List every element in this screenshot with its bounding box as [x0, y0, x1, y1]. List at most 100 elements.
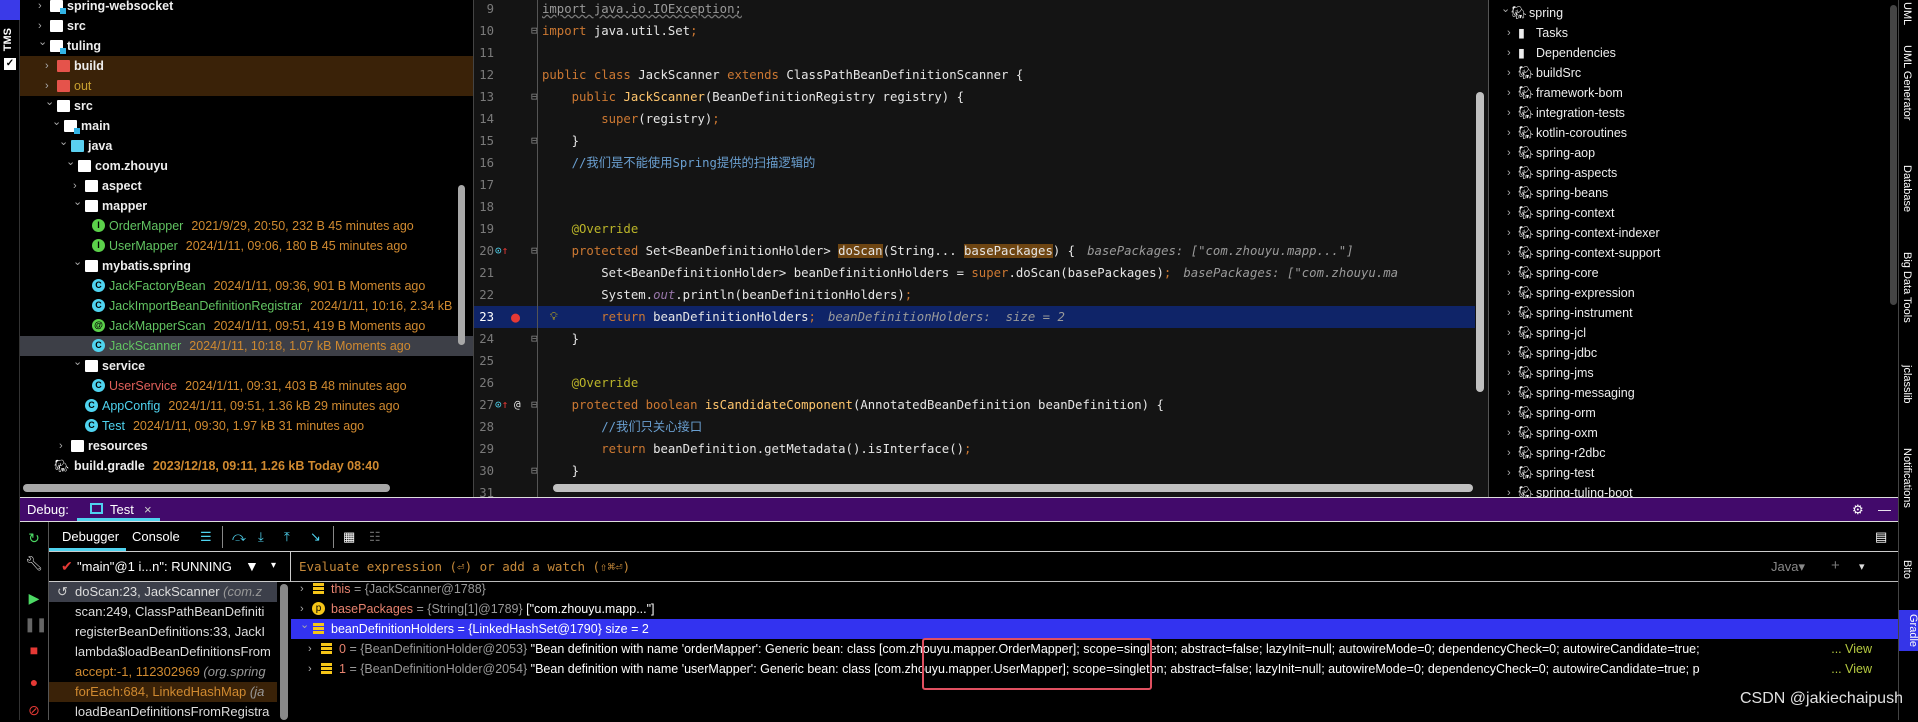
code-line[interactable]: 10 ⊟ import java.util.Set;	[474, 20, 1475, 42]
stack-frame[interactable]: forEach:684, LinkedHashMap (ja	[49, 682, 277, 702]
debug-tab-test[interactable]: Test	[110, 502, 134, 517]
override-method-icon[interactable]: ⊙↑	[495, 240, 508, 262]
chevron-right-icon[interactable]: ›	[1507, 123, 1511, 143]
variable-row[interactable]: ⌄ beanDefinitionHolders = {LinkedHashSet@…	[291, 619, 1898, 639]
chevron-right-icon[interactable]: ›	[1507, 363, 1511, 383]
chevron-right-icon[interactable]: ›	[1507, 223, 1511, 243]
chevron-down-icon[interactable]: ⌄	[300, 615, 309, 635]
chevron-right-icon[interactable]: ›	[59, 436, 63, 456]
tree-horizontal-scrollbar[interactable]	[23, 484, 390, 492]
trace-icon[interactable]: ☷	[369, 529, 381, 545]
step-out-icon[interactable]: ⤒	[284, 529, 290, 545]
add-watch-icon[interactable]: +	[1831, 557, 1840, 574]
code-line[interactable]: 12 public class JackScanner extends Class…	[474, 64, 1475, 86]
chevron-down-icon[interactable]: ⌄	[59, 132, 68, 152]
pause-icon[interactable]: ❚❚	[24, 616, 47, 633]
stack-frame[interactable]: loadBeanDefinitionsFromRegistra	[49, 702, 277, 722]
chevron-down-icon[interactable]: ⌄	[45, 92, 54, 112]
tree-item[interactable]: › aspect	[20, 176, 460, 196]
current-execution-line[interactable]: 23 ● 💡︎ return beanDefinitionHolders; beanD…	[474, 306, 1475, 328]
chevron-right-icon[interactable]: ›	[1507, 63, 1511, 83]
chevron-down-icon[interactable]: ⌄	[1501, 0, 1510, 19]
thread-selector[interactable]: ✔ "main"@1 i...n": RUNNING ▼ ▾	[49, 552, 291, 582]
tool-window-notifications[interactable]: Notifications	[1901, 448, 1913, 508]
chevron-right-icon[interactable]: ›	[308, 659, 312, 679]
tree-item[interactable]: ⌄ mapper	[20, 196, 460, 216]
tree-item[interactable]: ⌄ service	[20, 356, 460, 376]
override-method-icon[interactable]: ⊙↑	[495, 394, 508, 416]
code-line[interactable]: 18	[474, 196, 1475, 218]
chevron-right-icon[interactable]: ›	[1507, 343, 1511, 363]
stack-frame[interactable]: accept:-1, 112302969 (org.spring	[49, 662, 277, 682]
chevron-right-icon[interactable]: ›	[1507, 163, 1511, 183]
stack-frame[interactable]: ↺ doScan:23, JackScanner (com.z	[49, 582, 277, 602]
tool-window-database[interactable]: Database	[1901, 165, 1913, 212]
chevron-right-icon[interactable]: ›	[300, 579, 304, 599]
code-line[interactable]: 15 ⊟ }	[474, 130, 1475, 152]
chevron-down-icon[interactable]: ⌄	[66, 152, 75, 172]
frames-menu-icon[interactable]: ☰	[200, 529, 212, 545]
tree-item[interactable]: C UserService 2024/1/11, 09:31, 403 B 48 m…	[20, 376, 460, 396]
minimize-icon[interactable]: —	[1878, 502, 1891, 517]
evaluate-calculator-icon[interactable]: ▦	[343, 529, 355, 545]
view-link[interactable]: ... View	[1831, 659, 1872, 679]
tool-window-jclasslib[interactable]: jclasslib	[1901, 365, 1913, 404]
chevron-right-icon[interactable]: ›	[1507, 83, 1511, 103]
code-line[interactable]: 24 ⊟ }	[474, 328, 1475, 350]
code-line[interactable]: 29 return beanDefinition.getMetadata().i…	[474, 438, 1475, 460]
tool-window-big-data-tools[interactable]: Big Data Tools	[1901, 252, 1913, 323]
chevron-right-icon[interactable]: ›	[1507, 103, 1511, 123]
tree-item[interactable]: ⌄ com.zhouyu	[20, 156, 460, 176]
chevron-down-icon[interactable]: ▾	[271, 560, 276, 571]
tree-item[interactable]: @ JackMapperScan 2024/1/11, 09:51, 419 B M…	[20, 316, 460, 336]
tree-item[interactable]: › resources	[20, 436, 460, 456]
view-link[interactable]: ... View	[1831, 639, 1872, 659]
wrench-icon[interactable]: 🔧︎	[24, 555, 44, 572]
project-tool-button[interactable]	[0, 0, 20, 20]
code-line[interactable]: 28 //我们只关心接口	[474, 416, 1475, 438]
code-line[interactable]: 17	[474, 174, 1475, 196]
tree-item[interactable]: I UserMapper 2024/1/11, 09:06, 180 B 45 mi…	[20, 236, 460, 256]
chevron-right-icon[interactable]: ›	[1507, 203, 1511, 223]
close-tab-icon[interactable]: ×	[144, 502, 152, 517]
code-line[interactable]: 20 ⊟ ⊙↑ protected Set<BeanDefinitionHolder…	[474, 240, 1475, 262]
tree-item[interactable]: ⌄ tuling	[20, 36, 460, 56]
code-line[interactable]: 26 @Override	[474, 372, 1475, 394]
stack-frame[interactable]: scan:249, ClassPathBeanDefiniti	[49, 602, 277, 622]
tree-item[interactable]: › spring-websocket	[20, 0, 460, 16]
chevron-right-icon[interactable]: ›	[38, 0, 42, 16]
code-line[interactable]: 19 @Override	[474, 218, 1475, 240]
stack-frame[interactable]: lambda$loadBeanDefinitionsFrom	[49, 642, 277, 662]
editor-horizontal-scrollbar[interactable]	[553, 484, 1473, 492]
tree-item[interactable]: C JackFactoryBean 2024/1/11, 09:36, 901 B …	[20, 276, 460, 296]
code-line[interactable]: 22 System.out.println(beanDefinitionHold…	[474, 284, 1475, 306]
annotation-marker-icon[interactable]: @	[514, 394, 521, 416]
code-line[interactable]: 21 Set<BeanDefinitionHolder> beanDefinit…	[474, 262, 1475, 284]
history-dropdown-icon[interactable]: ▾	[1859, 560, 1865, 573]
code-line[interactable]: 25	[474, 350, 1475, 372]
tree-item[interactable]: › build	[20, 56, 473, 76]
tree-item[interactable]: ⌄ java	[20, 136, 460, 156]
chevron-right-icon[interactable]: ›	[1507, 443, 1511, 463]
chevron-down-icon[interactable]: ⌄	[52, 112, 61, 132]
chevron-down-icon[interactable]: ⌄	[73, 252, 82, 272]
tab-console[interactable]: Console	[132, 529, 180, 544]
tree-item[interactable]: C JackScanner 2024/1/11, 10:18, 1.07 kB Mo…	[20, 336, 473, 356]
chevron-right-icon[interactable]: ›	[1507, 483, 1511, 497]
tree-item[interactable]: › src	[20, 16, 460, 36]
tool-window-bito[interactable]: Bito	[1901, 560, 1913, 579]
tool-window-uml-generator[interactable]: UML Generator	[1901, 45, 1913, 120]
rerun-icon[interactable]: ↻	[24, 530, 44, 547]
tree-item[interactable]: I OrderMapper 2021/9/29, 20:50, 232 B 45 m…	[20, 216, 460, 236]
frames-scrollbar[interactable]	[280, 584, 288, 720]
tree-item[interactable]: ⌄ mybatis.spring	[20, 256, 460, 276]
resume-icon[interactable]: ▶	[24, 590, 44, 607]
breakpoint-icon[interactable]: ●	[511, 306, 520, 328]
chevron-right-icon[interactable]: ›	[1507, 243, 1511, 263]
chevron-right-icon[interactable]: ›	[1507, 303, 1511, 323]
code-line[interactable]: 11	[474, 42, 1475, 64]
gradle-scrollbar[interactable]	[1890, 5, 1897, 305]
chevron-down-icon[interactable]: ⌄	[73, 192, 82, 212]
code-editor[interactable]: 9 import java.io.IOException; 10 ⊟ import ja…	[474, 0, 1488, 497]
evaluate-expression-input[interactable]: Evaluate expression (⏎) or add a watch (…	[291, 552, 1898, 582]
